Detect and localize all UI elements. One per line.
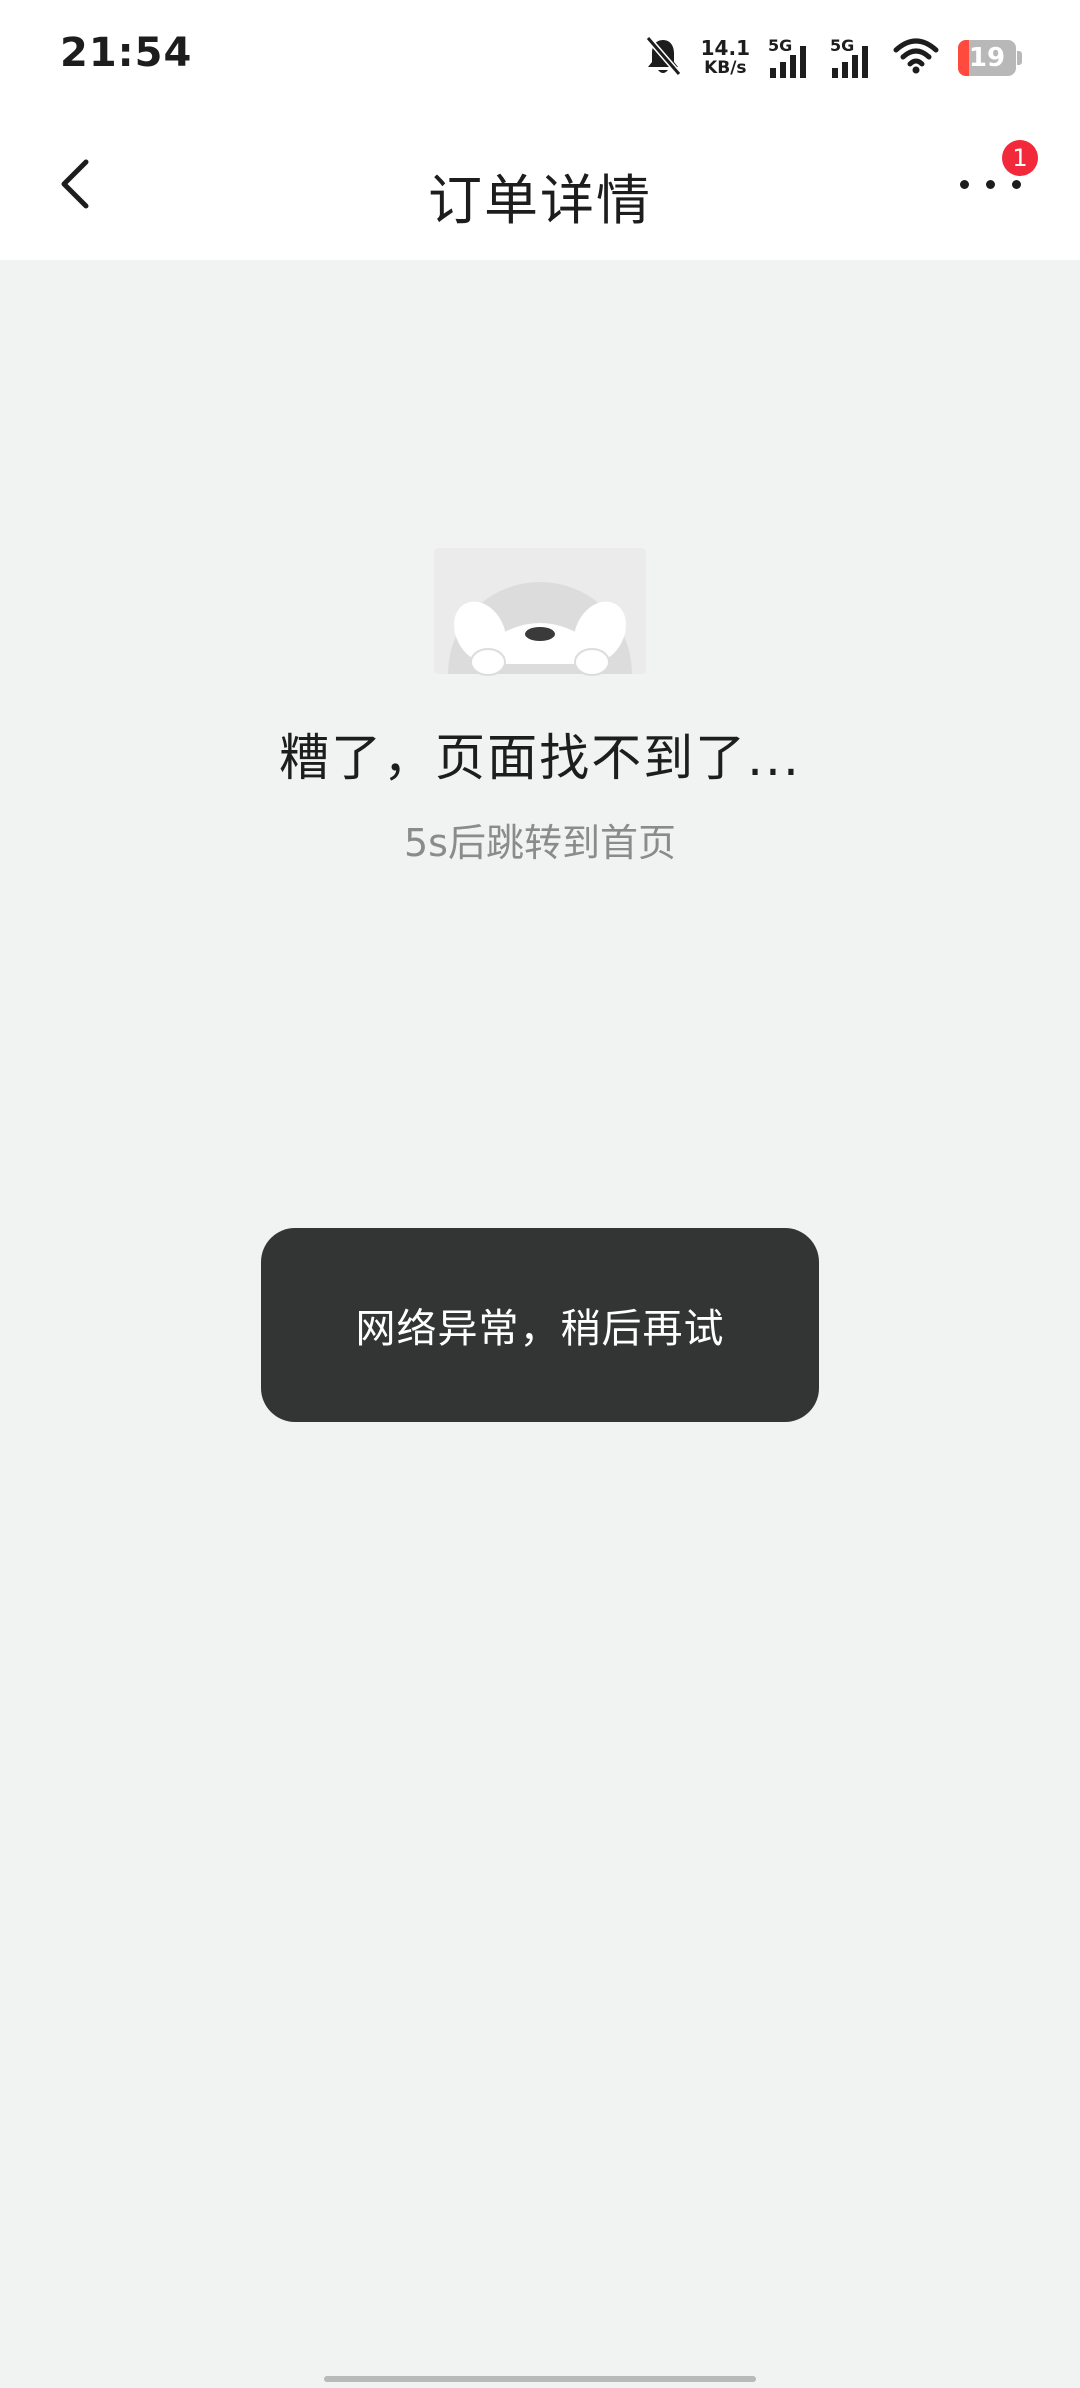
- battery-tip: [1017, 51, 1022, 65]
- network-speed: 14.1 KB/s: [701, 38, 750, 78]
- error-title: 糟了，页面找不到了...: [279, 729, 801, 787]
- notification-badge: 1: [1002, 140, 1038, 176]
- toast: 网络异常，稍后再试: [261, 1228, 819, 1422]
- more-dots-icon: [960, 180, 1021, 189]
- battery-icon: 19: [958, 40, 1022, 76]
- redirect-countdown-text: 5s后跳转到首页: [404, 821, 676, 865]
- network-speed-value: 14.1: [700, 36, 750, 60]
- nav-header: 订单详情 1: [0, 118, 1080, 260]
- error-illustration: [434, 548, 646, 680]
- toast-message: 网络异常，稍后再试: [355, 1306, 725, 1352]
- battery-level-text: 19: [968, 43, 1006, 73]
- signal-icon: 5G: [768, 36, 812, 80]
- dog-mascot-icon: [434, 548, 646, 676]
- status-icons: 14.1 KB/s 5G 5G 19: [643, 34, 1022, 82]
- status-bar: 21:54 14.1 KB/s 5G 5G 19: [0, 0, 1080, 118]
- bell-muted-icon: [643, 34, 683, 82]
- page-title: 订单详情: [428, 169, 652, 232]
- wifi-icon: [892, 34, 940, 82]
- status-time: 21:54: [60, 30, 193, 76]
- home-indicator[interactable]: [324, 2376, 756, 2382]
- more-button[interactable]: 1: [948, 140, 1038, 220]
- signal-icon: 5G: [830, 36, 874, 80]
- network-speed-unit: KB/s: [704, 58, 747, 78]
